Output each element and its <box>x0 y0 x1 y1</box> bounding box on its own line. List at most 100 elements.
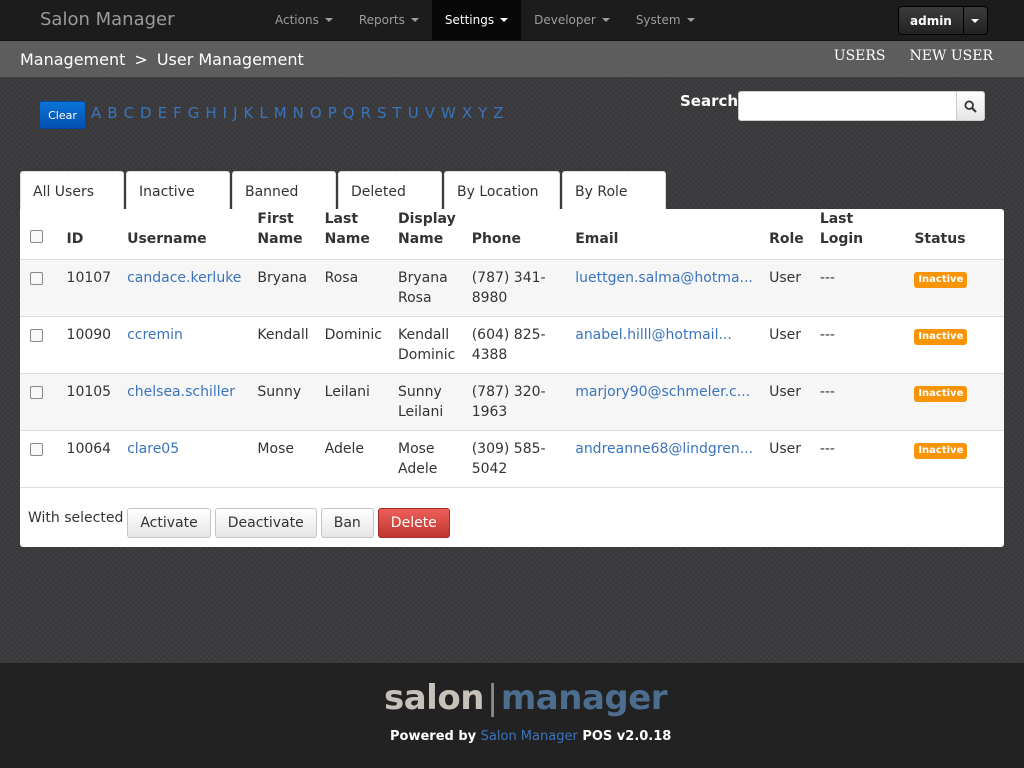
cell-display-name: Bryana Rosa <box>389 259 464 317</box>
alphabet-letter-g[interactable]: G <box>188 104 200 122</box>
nav-system[interactable]: System <box>623 0 708 40</box>
cell-role: User <box>761 259 812 317</box>
table-header-row: ID Username First Name Last Name Display Na… <box>20 209 1004 260</box>
nav-reports[interactable]: Reports <box>346 0 432 40</box>
users-link[interactable]: USERS <box>834 48 886 64</box>
alphabet-letter-f[interactable]: F <box>173 104 182 122</box>
display-name-line1: Mose <box>397 441 435 457</box>
column-display-name[interactable]: Display Name <box>389 209 464 260</box>
email-link[interactable]: andreanne68@lindgren... <box>575 441 753 457</box>
tab-inactive[interactable]: Inactive <box>126 171 230 210</box>
alphabet-letter-r[interactable]: R <box>361 104 371 122</box>
alphabet-letter-l[interactable]: L <box>259 104 267 122</box>
table-row[interactable]: 10105 chelsea.schiller Sunny Leilani Sunny Le… <box>20 373 1004 431</box>
column-email[interactable]: Email <box>567 209 762 260</box>
alphabet-letter-i[interactable]: I <box>223 104 227 122</box>
alphabet-letter-x[interactable]: X <box>462 104 472 122</box>
alphabet-letter-w[interactable]: W <box>441 104 456 122</box>
column-last-name[interactable]: Last Name <box>316 209 390 260</box>
cell-role: User <box>761 316 812 374</box>
row-checkbox[interactable] <box>30 329 43 342</box>
alphabet-letter-o[interactable]: O <box>310 104 322 122</box>
alphabet-letter-z[interactable]: Z <box>493 104 503 122</box>
activate-button[interactable]: Activate <box>127 508 211 538</box>
column-status[interactable]: Status <box>906 209 1004 260</box>
alphabet-letter-n[interactable]: N <box>293 104 304 122</box>
row-checkbox[interactable] <box>30 272 43 285</box>
tab-by-role[interactable]: By Role <box>562 171 666 210</box>
row-checkbox[interactable] <box>30 443 43 456</box>
nav-developer[interactable]: Developer <box>521 0 623 40</box>
tab-by-location[interactable]: By Location <box>444 171 560 210</box>
cell-status: Inactive <box>906 373 1004 431</box>
alphabet-letter-s[interactable]: S <box>377 104 387 122</box>
row-select-cell <box>20 373 59 431</box>
table-row[interactable]: 10107 candace.kerluke Bryana Rosa Bryana Rosa… <box>20 259 1004 317</box>
cell-phone: (309) 585-5042 <box>463 430 568 488</box>
email-link[interactable]: marjory90@schmeler.c... <box>575 384 750 400</box>
alphabet-letter-k[interactable]: K <box>244 104 254 122</box>
deactivate-button[interactable]: Deactivate <box>214 508 317 538</box>
cell-username: chelsea.schiller <box>119 373 250 431</box>
app-brand[interactable]: Salon Manager <box>40 9 175 30</box>
alphabet-letter-h[interactable]: H <box>205 104 216 122</box>
username-link[interactable]: candace.kerluke <box>127 270 241 286</box>
breadcrumb-root[interactable]: Management <box>20 50 125 69</box>
alphabet-letter-d[interactable]: D <box>140 104 152 122</box>
nav-actions-label: Actions <box>275 13 319 27</box>
column-username[interactable]: Username <box>119 209 250 260</box>
row-select-cell <box>20 259 59 317</box>
alphabet-letter-p[interactable]: P <box>328 104 337 122</box>
username-link[interactable]: ccremin <box>127 327 183 343</box>
user-menu-toggle[interactable] <box>962 7 987 34</box>
search-button[interactable] <box>956 91 985 121</box>
cell-display-name: Mose Adele <box>389 430 464 488</box>
tab-all-users[interactable]: All Users <box>20 171 124 210</box>
email-link[interactable]: anabel.hilll@hotmail... <box>575 327 732 343</box>
powered-by-link[interactable]: Salon Manager <box>481 729 578 744</box>
search-input[interactable] <box>738 91 957 121</box>
username-link[interactable]: clare05 <box>127 441 179 457</box>
column-first-name-line2: Name <box>257 231 303 247</box>
select-all-checkbox[interactable] <box>30 230 43 243</box>
column-phone[interactable]: Phone <box>463 209 568 260</box>
delete-button[interactable]: Delete <box>377 508 450 538</box>
nav-settings[interactable]: Settings <box>431 0 522 40</box>
nav-actions[interactable]: Actions <box>262 0 346 40</box>
cell-first-name: Kendall <box>249 316 317 374</box>
main-nav: Actions Reports Settings Developer Syste… <box>262 0 708 40</box>
new-user-link[interactable]: NEW USER <box>910 48 993 64</box>
nav-system-label: System <box>635 13 681 27</box>
alphabet-letter-b[interactable]: B <box>107 104 117 122</box>
alphabet-letter-t[interactable]: T <box>393 104 402 122</box>
alphabet-letter-j[interactable]: J <box>233 104 237 122</box>
alphabet-letter-a[interactable]: A <box>91 104 101 122</box>
column-first-name[interactable]: First Name <box>249 209 317 260</box>
cell-phone: (604) 825-4388 <box>463 316 568 374</box>
username-link[interactable]: chelsea.schiller <box>127 384 235 400</box>
alphabet-letter-y[interactable]: Y <box>478 104 487 122</box>
alphabet-letter-m[interactable]: M <box>274 104 287 122</box>
alphabet-letter-e[interactable]: E <box>158 104 167 122</box>
tab-deleted[interactable]: Deleted <box>338 171 442 210</box>
cell-last-name: Leilani <box>316 373 390 431</box>
alphabet-letter-q[interactable]: Q <box>343 104 355 122</box>
clear-filter-button[interactable]: Clear <box>39 101 86 129</box>
ban-button[interactable]: Ban <box>320 508 374 538</box>
alphabet-letter-c[interactable]: C <box>124 104 134 122</box>
display-name-line2: Leilani <box>397 404 444 420</box>
column-id[interactable]: ID <box>58 209 120 260</box>
alphabet-letter-u[interactable]: U <box>408 104 419 122</box>
search-label: Search: <box>680 92 745 110</box>
table-row[interactable]: 10064 clare05 Mose Adele Mose Adele (309) 585-… <box>20 430 1004 488</box>
column-last-login[interactable]: Last Login <box>811 209 907 260</box>
email-link[interactable]: luettgen.salma@hotma... <box>575 270 753 286</box>
chevron-down-icon <box>324 18 333 22</box>
column-role[interactable]: Role <box>761 209 812 260</box>
tab-banned[interactable]: Banned <box>232 171 336 210</box>
row-checkbox[interactable] <box>30 386 43 399</box>
alphabet-letter-v[interactable]: V <box>425 104 435 122</box>
table-row[interactable]: 10090 ccremin Kendall Dominic Kendall Dominic… <box>20 316 1004 374</box>
cell-last-login: --- <box>811 430 907 488</box>
user-menu-button[interactable]: admin <box>899 7 963 34</box>
